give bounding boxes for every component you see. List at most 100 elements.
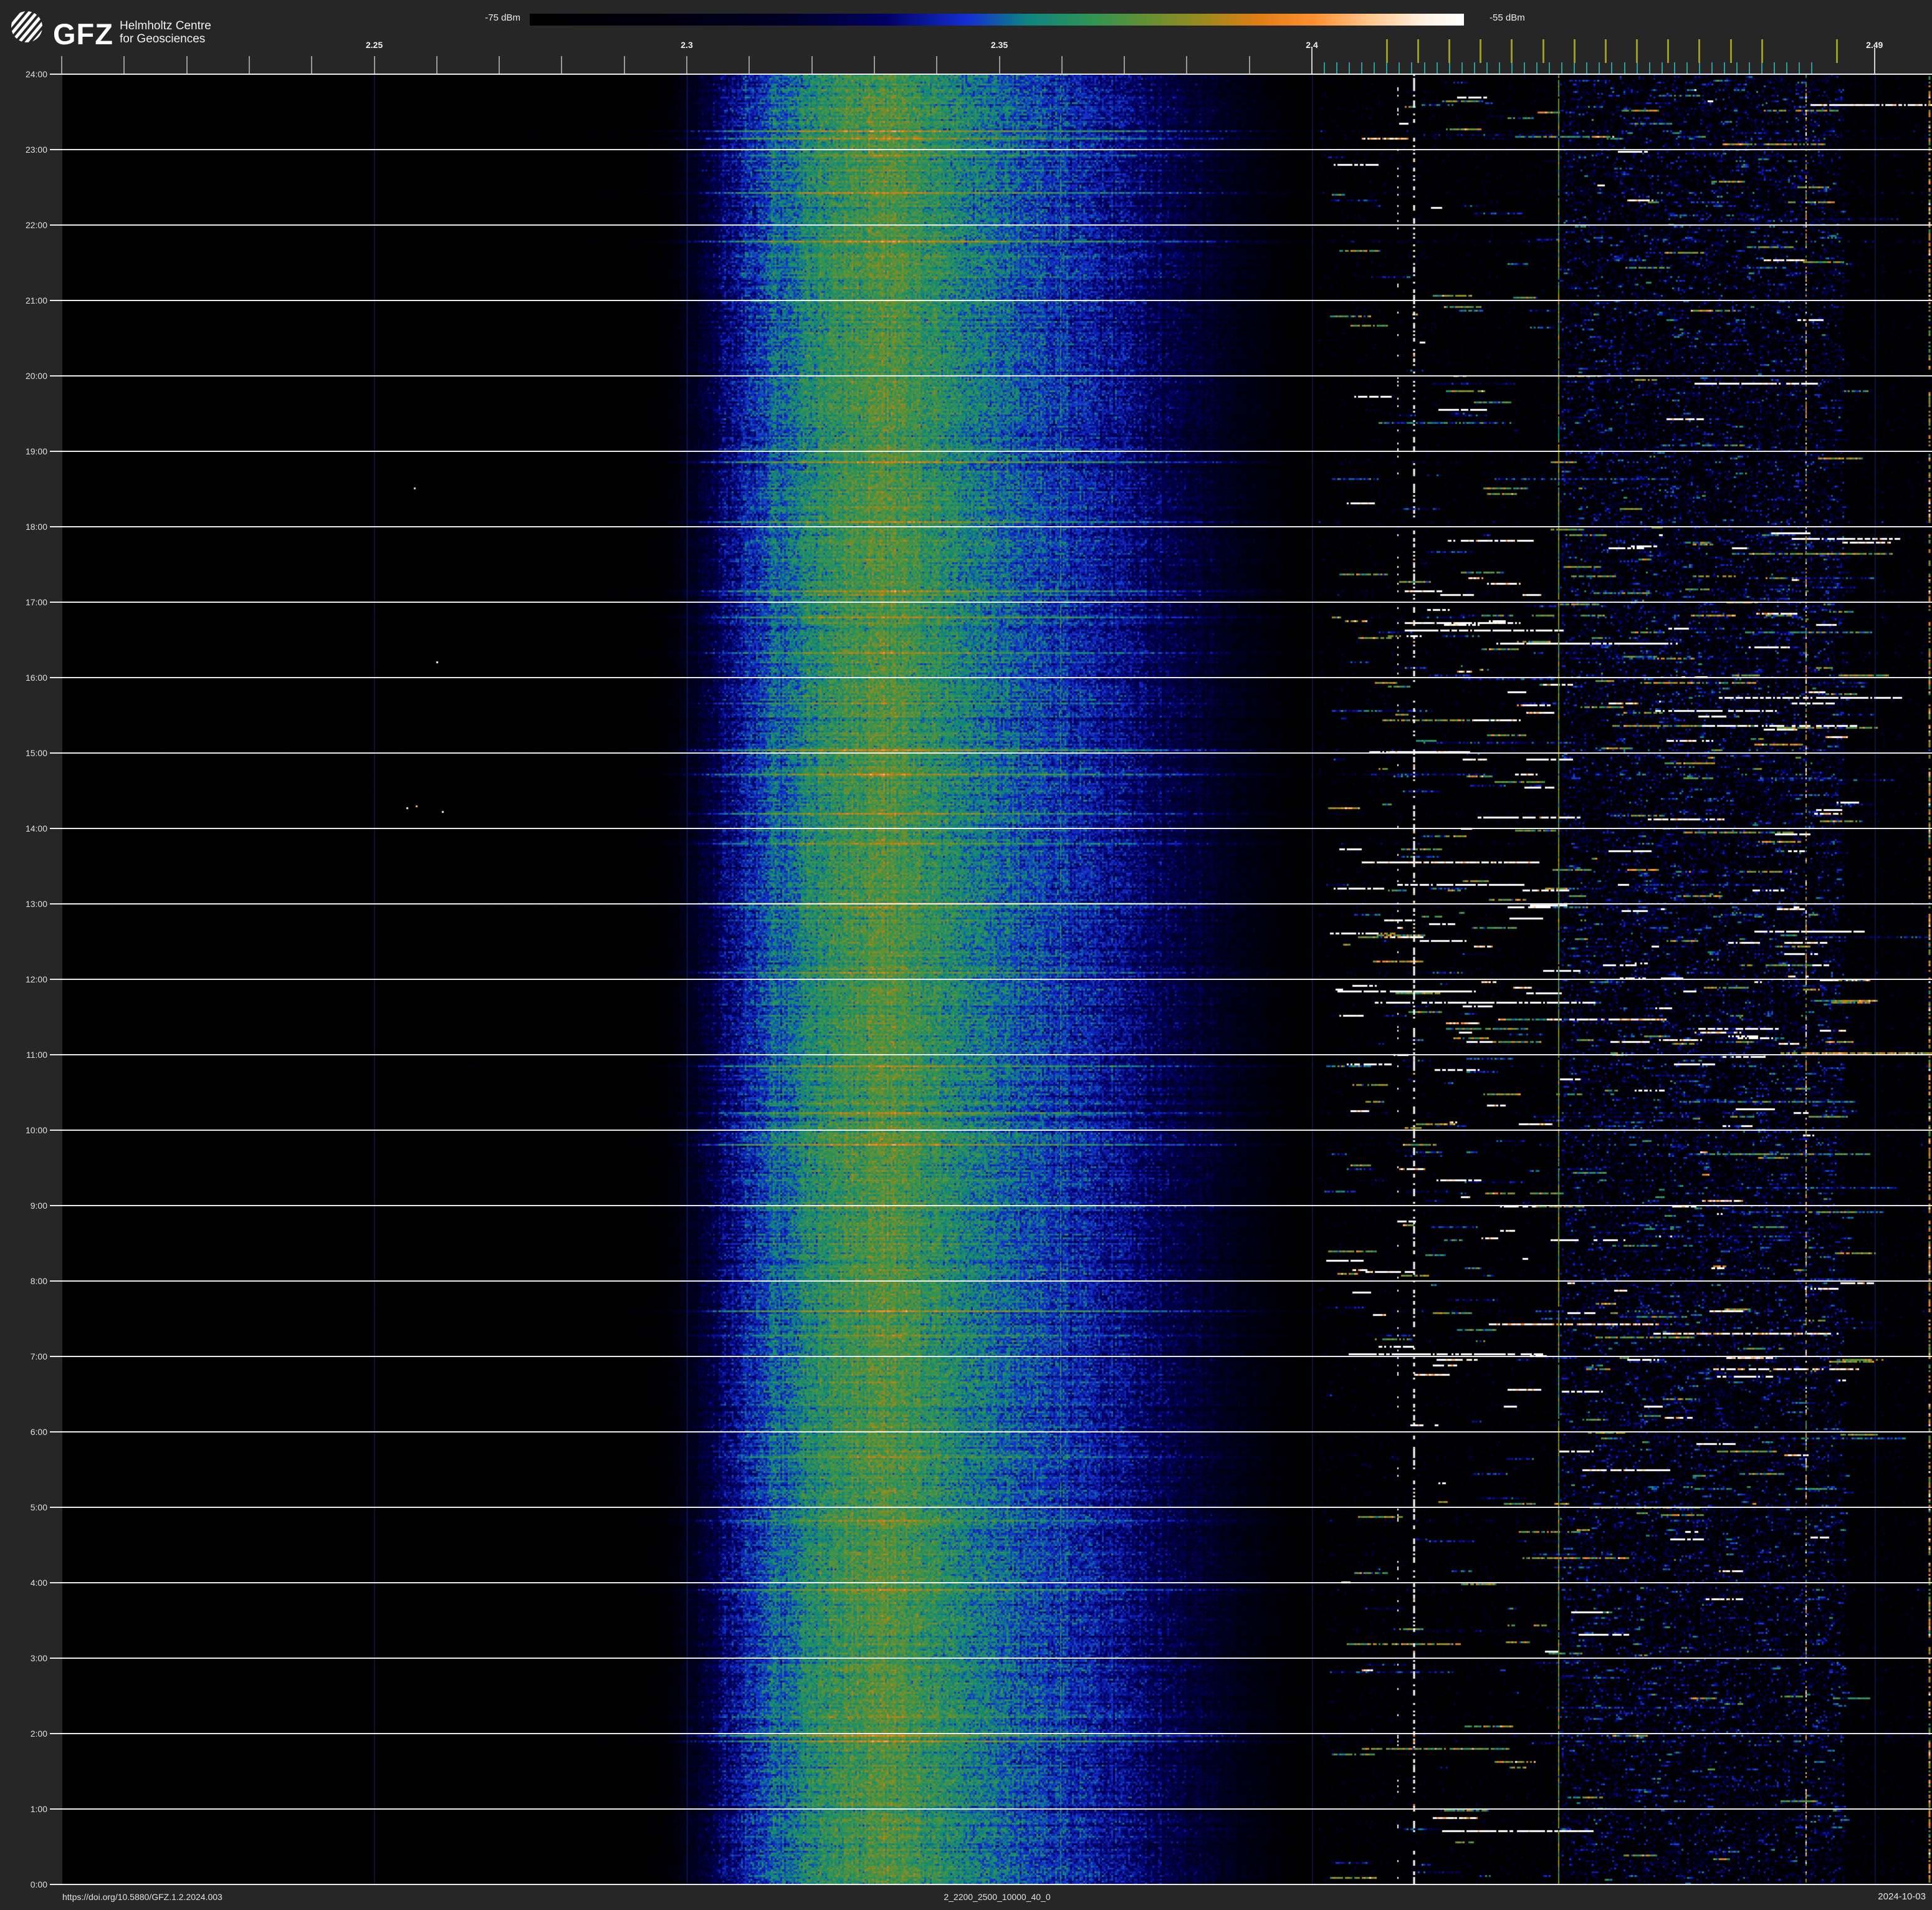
hour-gridline bbox=[50, 1356, 1932, 1357]
hour-gridline bbox=[50, 451, 1932, 452]
date-label: 2024-10-03 bbox=[1878, 1891, 1926, 1902]
ble-channel-tick bbox=[1673, 62, 1675, 74]
freq-minor-tick bbox=[248, 56, 250, 74]
colorbar-min-label: -75 dBm bbox=[485, 12, 520, 23]
freq-minor-tick bbox=[436, 56, 438, 74]
ble-channel-tick bbox=[1336, 62, 1338, 74]
time-axis-label: 9:00 bbox=[30, 1201, 47, 1211]
freq-axis-label: 2.35 bbox=[990, 40, 1008, 50]
hour-gridline bbox=[50, 526, 1932, 527]
hour-gridline bbox=[50, 74, 1932, 75]
wifi-channel-tick bbox=[1542, 39, 1544, 63]
hour-gridline bbox=[50, 828, 1932, 829]
ble-channel-tick bbox=[1561, 62, 1563, 74]
time-axis-label: 23:00 bbox=[25, 145, 47, 155]
wifi-channel-tick bbox=[1417, 39, 1419, 63]
wifi-channel-tick bbox=[1573, 39, 1576, 63]
ble-channel-tick bbox=[1399, 62, 1400, 74]
institute-name: Helmholtz Centre for Geosciences bbox=[120, 19, 211, 46]
freq-minor-tick bbox=[373, 56, 375, 74]
time-axis-label: 14:00 bbox=[25, 823, 47, 833]
wifi-channel-tick bbox=[1667, 39, 1670, 63]
time-axis-label: 3:00 bbox=[30, 1653, 47, 1663]
time-axis-label: 5:00 bbox=[30, 1502, 47, 1512]
ble-channel-tick bbox=[1774, 62, 1776, 74]
wifi-channel-tick bbox=[1385, 39, 1388, 63]
time-axis-label: 18:00 bbox=[25, 522, 47, 532]
header: GFZ Helmholtz Centre for Geosciences bbox=[11, 11, 211, 50]
dataset-filename: 2_2200_2500_10000_40_0 bbox=[944, 1892, 1051, 1902]
freq-axis-label: 2.25 bbox=[365, 40, 383, 50]
freq-minor-tick bbox=[1124, 56, 1126, 74]
ble-channel-tick bbox=[1711, 62, 1713, 74]
colorbar-gradient bbox=[530, 14, 1464, 26]
freq-minor-tick bbox=[186, 56, 188, 74]
ble-channel-tick bbox=[1423, 62, 1425, 74]
ble-channel-tick bbox=[1386, 62, 1388, 74]
ble-channel-tick bbox=[1486, 62, 1488, 74]
time-axis-label: 7:00 bbox=[30, 1351, 47, 1361]
time-axis-label: 20:00 bbox=[25, 371, 47, 381]
hour-gridline bbox=[50, 979, 1932, 980]
ble-channel-tick bbox=[1549, 62, 1551, 74]
colorbar-max-label: -55 dBm bbox=[1490, 12, 1525, 23]
freq-axis-label: 2.4 bbox=[1306, 40, 1318, 50]
wifi-channel-tick bbox=[1729, 39, 1732, 63]
ble-channel-tick bbox=[1736, 62, 1738, 74]
wifi-channel-tick bbox=[1604, 39, 1607, 63]
time-axis-label: 19:00 bbox=[25, 446, 47, 456]
ble-channel-tick bbox=[1448, 62, 1450, 74]
freq-minor-tick bbox=[1186, 56, 1188, 74]
ble-channel-tick bbox=[1473, 62, 1475, 74]
ble-channel-tick bbox=[1511, 62, 1513, 74]
gfz-wordmark: GFZ bbox=[53, 17, 113, 50]
hour-gridline bbox=[50, 1507, 1932, 1508]
time-axis-label: 21:00 bbox=[25, 295, 47, 305]
ble-channel-tick bbox=[1648, 62, 1650, 74]
ble-channel-tick bbox=[1349, 62, 1351, 74]
time-axis-label: 1:00 bbox=[30, 1804, 47, 1814]
time-axis-label: 4:00 bbox=[30, 1578, 47, 1588]
hour-gridline bbox=[50, 300, 1932, 301]
ble-channel-tick bbox=[1624, 62, 1625, 74]
hour-gridline bbox=[50, 224, 1932, 226]
freq-minor-tick bbox=[61, 56, 62, 74]
ble-channel-tick bbox=[1786, 62, 1788, 74]
wifi-channel-tick bbox=[1761, 39, 1763, 63]
ble-channel-tick bbox=[1361, 62, 1363, 74]
ble-channel-tick bbox=[1524, 62, 1526, 74]
time-axis-label: 24:00 bbox=[25, 69, 47, 79]
freq-minor-tick bbox=[623, 56, 625, 74]
hour-gridline bbox=[50, 1130, 1932, 1131]
ble-channel-tick bbox=[1599, 62, 1600, 74]
institute-line1: Helmholtz Centre bbox=[119, 19, 211, 32]
hour-gridline bbox=[50, 752, 1932, 754]
hour-gridline bbox=[50, 602, 1932, 603]
ble-channel-tick bbox=[1636, 62, 1638, 74]
freq-minor-tick bbox=[811, 56, 813, 74]
hour-gridline bbox=[50, 1280, 1932, 1282]
institute-line2: for Geosciences bbox=[119, 32, 206, 46]
ble-channel-tick bbox=[1811, 62, 1813, 74]
hour-gridline bbox=[50, 1054, 1932, 1055]
hour-gridline bbox=[50, 375, 1932, 377]
ble-channel-tick bbox=[1411, 62, 1413, 74]
time-axis-label: 2:00 bbox=[30, 1729, 47, 1739]
hour-gridline bbox=[50, 1733, 1932, 1734]
wifi-channel-tick bbox=[1448, 39, 1451, 63]
time-axis-label: 13:00 bbox=[25, 899, 47, 909]
hour-gridline bbox=[50, 1808, 1932, 1810]
time-axis-label: 0:00 bbox=[30, 1879, 47, 1889]
wifi-channel-tick bbox=[1511, 39, 1513, 63]
ble-channel-tick bbox=[1574, 62, 1576, 74]
freq-minor-tick bbox=[748, 56, 750, 74]
hour-gridline bbox=[50, 149, 1932, 150]
ble-channel-tick bbox=[1498, 62, 1500, 74]
hour-gridline bbox=[50, 677, 1932, 678]
freq-minor-tick bbox=[998, 56, 1000, 74]
hour-gridline bbox=[50, 1658, 1932, 1659]
ble-channel-tick bbox=[1761, 62, 1763, 74]
freq-axis-label: 2.49 bbox=[1866, 40, 1883, 50]
ble-channel-tick bbox=[1611, 62, 1613, 74]
spectrogram-page: GFZ Helmholtz Centre for Geosciences -75… bbox=[0, 0, 1932, 1910]
